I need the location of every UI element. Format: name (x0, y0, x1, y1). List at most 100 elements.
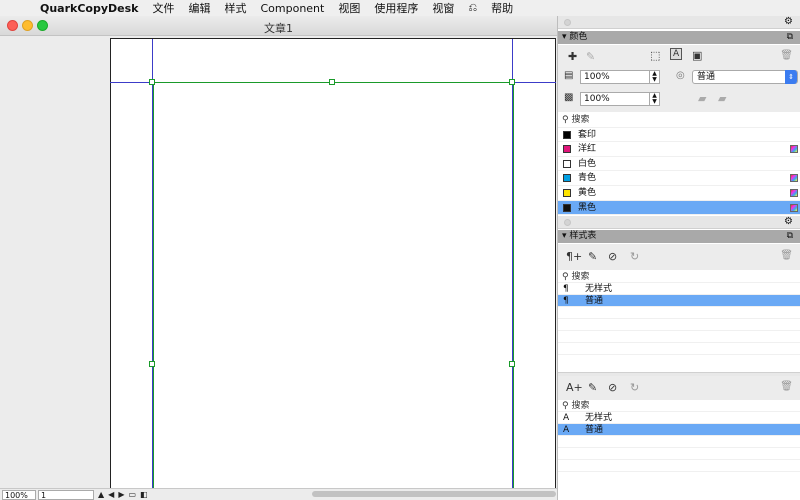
popout-icon[interactable]: ⧉ (787, 230, 793, 243)
color-item-cyan[interactable]: 青色 (558, 171, 800, 186)
menu-style[interactable]: 样式 (224, 0, 246, 16)
shade-input[interactable]: 100% ▲ ▼ (580, 70, 660, 84)
color-name: 洋红 (578, 144, 597, 155)
paragraph-style-no-style[interactable]: ¶ 无样式 (558, 283, 800, 295)
shade-value: 100% (584, 72, 610, 82)
zoom-field[interactable]: 100% (2, 489, 36, 500)
character-style-normal[interactable]: A 普通 (558, 424, 800, 436)
stylesheets-palette-title: 样式表 (569, 231, 597, 241)
edit-style-icon[interactable]: ✎ (588, 381, 597, 394)
delete-icon[interactable]: 🗑 (780, 250, 793, 261)
new-color-icon[interactable]: ✚ (568, 50, 577, 63)
menu-utilities[interactable]: 使用程序 (374, 0, 418, 16)
stylesheets-palette-grip[interactable]: ⚙ (558, 216, 800, 229)
delete-icon[interactable]: 🗑 (780, 50, 793, 61)
character-styles-toolbar: A+ ✎ ⊘ ↻ 🗑 (558, 376, 800, 400)
color-name: 黄色 (578, 187, 597, 198)
menu-window[interactable]: 视窗 (432, 0, 454, 16)
box-handle[interactable] (509, 361, 515, 367)
process-color-icon (790, 203, 798, 212)
shade-stepper[interactable]: ▲ ▼ (649, 71, 659, 83)
character-style-no-style[interactable]: A 无样式 (558, 412, 800, 424)
empty-row (558, 307, 800, 319)
popout-icon[interactable]: ⧉ (787, 31, 793, 44)
colors-palette-grip[interactable]: ⚙ (558, 16, 800, 29)
split-view-icon[interactable]: ◧ (140, 490, 148, 499)
color-item-magenta[interactable]: 洋红 (558, 142, 800, 157)
color-swatch (563, 145, 571, 154)
new-character-style-icon[interactable]: A+ (566, 381, 583, 394)
text-color-icon[interactable]: A (670, 48, 683, 60)
update-style-icon[interactable]: ↻ (630, 381, 639, 394)
character-styles-search[interactable]: ⚲ 搜索 (558, 400, 800, 412)
color-swatch (563, 174, 571, 183)
duplicate-style-icon[interactable]: ⊘ (608, 381, 617, 394)
gear-icon[interactable]: ⚙ (784, 16, 793, 27)
box-handle[interactable] (149, 361, 155, 367)
empty-row (558, 436, 800, 448)
paragraph-icon: ¶ (563, 296, 569, 306)
previous-page-icon[interactable]: ◀ (108, 490, 114, 499)
color-item-black[interactable]: 黑色 (558, 200, 800, 216)
colors-toolbar: ✚ ✎ ⬚ A ▣ 🗑 ▤ 100% ▲ ▼ ◎ 普通 ⇕ ▩ 100% ▲ ▼ ▰… (558, 45, 800, 112)
color-item-yellow[interactable]: 黄色 (558, 186, 800, 201)
layout-canvas[interactable] (0, 37, 557, 488)
character-styles-list: ⚲ 搜索 A 无样式 A 普通 (558, 400, 800, 500)
color-name: 青色 (578, 173, 597, 184)
process-color-icon (790, 145, 798, 154)
menu-edit[interactable]: 编辑 (188, 0, 210, 16)
menu-file[interactable]: 文件 (152, 0, 174, 16)
paragraph-styles-search[interactable]: ⚲ 搜索 (558, 271, 800, 283)
character-style-icon: A (563, 425, 570, 435)
duplicate-style-icon[interactable]: ⊘ (608, 250, 617, 263)
menu-view[interactable]: 视图 (338, 0, 360, 16)
search-icon: ⚲ (562, 272, 569, 282)
box-handle[interactable] (149, 79, 155, 85)
edit-style-icon[interactable]: ✎ (588, 250, 597, 263)
paragraph-style-normal[interactable]: ¶ 普通 (558, 295, 800, 307)
opacity-stepper[interactable]: ▲ ▼ (649, 93, 659, 105)
text-box-left-edge[interactable] (153, 82, 154, 488)
menu-help[interactable]: 帮助 (491, 0, 513, 16)
text-box-right-edge[interactable] (513, 82, 514, 488)
next-page-icon[interactable]: ▶ (118, 490, 124, 499)
gradient-icon[interactable]: ▰ (698, 92, 706, 105)
page-number-field[interactable]: 1 (38, 489, 94, 500)
color-swatch (563, 203, 571, 212)
color-item-white[interactable]: 白色 (558, 157, 800, 172)
stylesheets-palette-header[interactable]: ▾ 样式表 ⧉ (558, 230, 800, 243)
color-item-registration[interactable]: 套印 (558, 128, 800, 143)
horizontal-scrollbar[interactable] (312, 491, 556, 497)
colors-palette-title: 颜色 (569, 32, 588, 42)
view-mode-icon[interactable]: ▭ (128, 490, 136, 499)
menu-script-icon[interactable]: ⎌ (468, 1, 477, 15)
gradient-swap-icon[interactable]: ▰ (718, 92, 726, 105)
background-color-icon[interactable]: ▣ (692, 49, 702, 62)
palette-close-icon[interactable] (564, 19, 571, 26)
palette-close-icon[interactable] (564, 219, 571, 226)
edit-color-icon[interactable]: ✎ (586, 50, 595, 63)
colors-search[interactable]: ⚲ 搜索 (558, 113, 800, 128)
character-search-placeholder: 搜索 (571, 401, 590, 411)
opacity-value: 100% (584, 94, 610, 104)
document-window: 文章1 100% 1 ▲ ◀ ▶ ▭ ◧ (0, 16, 557, 500)
blend-icon: ◎ (676, 70, 685, 81)
delete-icon[interactable]: 🗑 (780, 381, 793, 392)
new-paragraph-style-icon[interactable]: ¶+ (566, 250, 582, 263)
update-style-icon[interactable]: ↻ (630, 250, 639, 263)
opacity-input[interactable]: 100% ▲ ▼ (580, 92, 660, 106)
paragraph-icon: ¶ (563, 284, 569, 294)
color-name: 套印 (578, 129, 597, 140)
page[interactable] (110, 38, 556, 488)
frame-color-icon[interactable]: ⬚ (650, 49, 660, 62)
colors-palette-header[interactable]: ▾ 颜色 ⧉ (558, 31, 800, 44)
gear-icon[interactable]: ⚙ (784, 216, 793, 227)
box-handle[interactable] (329, 79, 335, 85)
menu-app-name[interactable]: QuarkCopyDesk (40, 2, 138, 15)
process-color-icon (790, 188, 798, 197)
page-menu-icon[interactable]: ▲ (98, 490, 104, 499)
blend-mode-select[interactable]: 普通 ⇕ (692, 70, 798, 84)
box-handle[interactable] (509, 79, 515, 85)
menu-component[interactable]: Component (260, 2, 324, 15)
title-bar[interactable]: 文章1 (0, 16, 557, 36)
